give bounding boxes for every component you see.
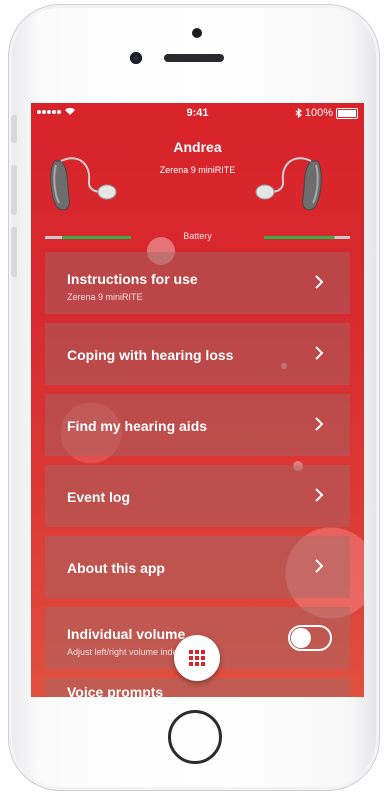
menu-item-label: About this app <box>67 560 165 576</box>
user-name: Andrea <box>173 139 222 155</box>
menu-fab-button[interactable] <box>174 635 220 681</box>
menu-item-label: Individual volume <box>67 626 186 642</box>
toggle-knob <box>291 628 311 648</box>
left-hearing-aid-icon[interactable] <box>47 155 117 215</box>
menu-item-instructions[interactable]: Instructions for use Zerena 9 miniRITE <box>45 252 350 314</box>
menu-item-label: Voice prompts <box>67 684 164 697</box>
chevron-right-icon <box>315 559 324 573</box>
chevron-right-icon <box>315 488 324 502</box>
menu-item-find-aids[interactable]: Find my hearing aids <box>45 394 350 456</box>
menu-item-event-log[interactable]: Event log <box>45 465 350 527</box>
right-battery-bar <box>264 236 350 239</box>
app-screen: 9:41 100% Andrea Zerena 9 miniRITE Batte… <box>31 103 364 697</box>
menu-item-about[interactable]: About this app <box>45 536 350 598</box>
bluetooth-icon <box>295 108 302 118</box>
sensor-dot <box>192 28 202 38</box>
grid-icon <box>189 650 205 666</box>
status-right: 100% <box>295 107 358 119</box>
right-hearing-aid-icon[interactable] <box>255 155 325 215</box>
battery-icon <box>336 107 358 119</box>
front-camera <box>130 52 142 64</box>
home-button[interactable] <box>168 710 222 764</box>
menu-item-label: Instructions for use <box>67 271 198 287</box>
chevron-right-icon <box>315 417 324 431</box>
menu-item-label: Coping with hearing loss <box>67 347 234 363</box>
chevron-right-icon <box>315 275 324 289</box>
chevron-right-icon <box>315 346 324 360</box>
battery-percent: 100% <box>304 107 333 119</box>
earpiece-speaker <box>164 54 224 62</box>
menu-item-label: Find my hearing aids <box>67 418 208 434</box>
status-bar: 9:41 100% <box>31 103 364 123</box>
menu-item-label: Event log <box>67 489 131 505</box>
volume-up-button <box>11 165 17 215</box>
volume-down-button <box>11 227 17 277</box>
individual-volume-toggle[interactable] <box>288 625 332 651</box>
menu-item-coping[interactable]: Coping with hearing loss <box>45 323 350 385</box>
menu-list: Instructions for use Zerena 9 miniRITE C… <box>45 252 350 697</box>
menu-item-sublabel: Zerena 9 miniRITE <box>67 292 143 302</box>
mute-switch <box>11 115 17 143</box>
